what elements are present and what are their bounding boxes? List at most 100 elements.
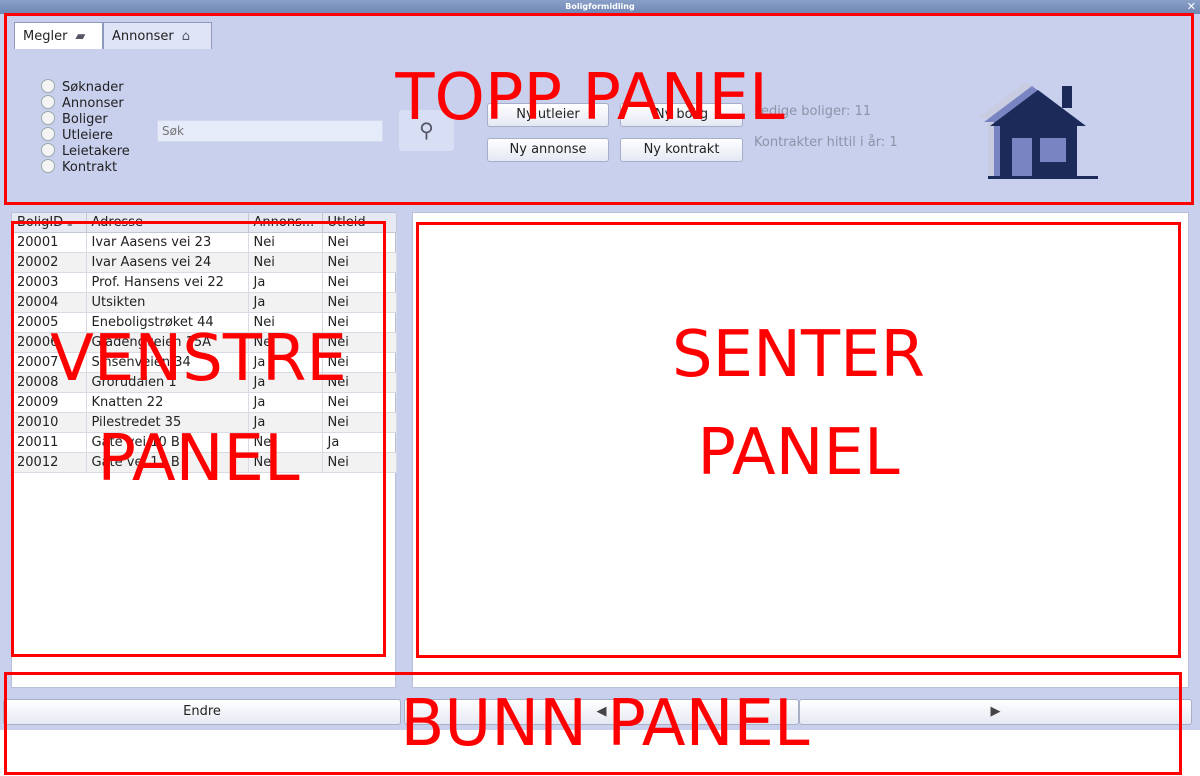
table-row[interactable]: 20004 Utsikten Ja Nei [12,292,397,313]
radio-circle[interactable] [41,143,55,157]
radio-kontrakt[interactable]: Kontrakt [41,159,117,175]
cell-adresse: Eneboligstrøket 44 [86,312,249,333]
radio-circle[interactable] [41,111,55,125]
cell-boligid: 20007 [12,352,87,373]
table-row[interactable]: 20011 Gate vei 10 B Nei Ja [12,432,397,453]
table-row[interactable]: 20001 Ivar Aasens vei 23 Nei Nei [12,232,397,253]
table-row[interactable]: 20006 Gladengveien 15A Nei Nei [12,332,397,353]
cell-utleid: Nei [322,412,397,433]
column-header-utleid[interactable]: Utleid [322,213,397,233]
ny-kontrakt-button[interactable]: Ny kontrakt [620,138,743,162]
cell-boligid: 20009 [12,392,87,413]
cell-boligid: 20002 [12,252,87,273]
radio-label: Søknader [62,80,124,95]
cell-adresse: Gate vei 10 B [86,432,249,453]
boliger-table: BoligID ▴ Adresse Annons... Utleid 20001… [12,213,397,473]
cell-adresse: Prof. Hansens vei 22 [86,272,249,293]
cell-annonsert: Ja [248,292,323,313]
cell-annonsert: Nei [248,232,323,253]
table-row[interactable]: 20010 Pilestredet 35 Ja Nei [12,412,397,433]
cell-annonsert: Ja [248,372,323,393]
ledige-boliger-stat: Ledige boliger: 11 [754,104,872,119]
cell-annonsert: Ja [248,412,323,433]
house-icon: ⌂ [181,29,190,44]
house-logo-icon [978,82,1098,179]
radio-boliger[interactable]: Boliger [41,111,108,127]
arrow-right-icon: ▶ [990,704,1001,719]
window-title: Boligformidling [565,2,635,11]
cell-boligid: 20008 [12,372,87,393]
ny-utleier-button[interactable]: Ny utleier [487,103,609,127]
tab-annonser[interactable]: Annonser ⌂ [103,22,212,49]
cell-annonsert: Nei [248,452,323,473]
cell-adresse: Utsikten [86,292,249,313]
table-row[interactable]: 20005 Eneboligstrøket 44 Nei Nei [12,312,397,333]
cell-annonsert: Nei [248,252,323,273]
cell-utleid: Nei [322,312,397,333]
cell-adresse: Knatten 22 [86,392,249,413]
table-row[interactable]: 20002 Ivar Aasens vei 24 Nei Nei [12,252,397,273]
radio-utleiere[interactable]: Utleiere [41,127,113,143]
cell-adresse: Pilestredet 35 [86,412,249,433]
tab-megler-label: Megler [23,29,68,44]
cell-boligid: 20006 [12,332,87,353]
cell-boligid: 20010 [12,412,87,433]
radio-soknader[interactable]: Søknader [41,79,124,95]
cell-utleid: Nei [322,452,397,473]
kontrakter-stat: Kontrakter hittil i år: 1 [754,135,898,150]
cell-utleid: Nei [322,252,397,273]
folder-icon: ▰ [75,29,86,44]
left-panel: BoligID ▴ Adresse Annons... Utleid 20001… [11,212,397,688]
cell-utleid: Nei [322,372,397,393]
radio-circle[interactable] [41,79,55,93]
radio-label: Leietakere [62,144,130,159]
center-panel [412,212,1189,688]
endre-button[interactable]: Endre [3,699,401,725]
cell-annonsert: Nei [248,312,323,333]
cell-annonsert: Nei [248,432,323,453]
radio-label: Boliger [62,112,108,127]
radio-annonser[interactable]: Annonser [41,95,124,111]
tab-annonser-label: Annonser [112,29,174,44]
cell-utleid: Nei [322,232,397,253]
ny-annonse-button[interactable]: Ny annonse [487,138,609,162]
table-row[interactable]: 20008 Grorudalen 1 Ja Nei [12,372,397,393]
arrow-left-icon: ◀ [596,704,607,719]
column-header-boligid[interactable]: BoligID ▴ [12,213,87,233]
cell-adresse: Ivar Aasens vei 24 [86,252,249,273]
radio-circle[interactable] [41,95,55,109]
radio-circle[interactable] [41,159,55,173]
sort-ascending-icon: ▴ [67,218,73,229]
next-button[interactable]: ▶ [799,699,1192,725]
previous-button[interactable]: ◀ [404,699,799,725]
close-icon[interactable]: ✕ [1187,0,1196,14]
cell-adresse: Grorudalen 1 [86,372,249,393]
cell-annonsert: Nei [248,332,323,353]
table-row[interactable]: 20007 Sinsenveien 34 Ja Nei [12,352,397,373]
cell-utleid: Ja [322,432,397,453]
column-header-adresse[interactable]: Adresse [86,213,249,233]
cell-adresse: Gladengveien 15A [86,332,249,353]
cell-boligid: 20012 [12,452,87,473]
column-header-label: BoligID [17,215,64,230]
radio-leietakere[interactable]: Leietakere [41,143,130,159]
search-input[interactable] [157,120,383,142]
table-row[interactable]: 20003 Prof. Hansens vei 22 Ja Nei [12,272,397,293]
radio-label: Kontrakt [62,160,118,175]
tab-megler[interactable]: Megler ▰ [14,22,103,49]
cell-utleid: Nei [322,272,397,293]
cell-adresse: Ivar Aasens vei 23 [86,232,249,253]
cell-annonsert: Ja [248,352,323,373]
table-row[interactable]: 20012 Gate vei 11 B Nei Nei [12,452,397,473]
cell-boligid: 20005 [12,312,87,333]
cell-utleid: Nei [322,292,397,313]
cell-adresse: Gate vei 11 B [86,452,249,473]
cell-adresse: Sinsenveien 34 [86,352,249,373]
column-header-annonsert[interactable]: Annons... [248,213,323,233]
cell-utleid: Nei [322,392,397,413]
radio-circle[interactable] [41,127,55,141]
ny-bolig-button[interactable]: Ny bolig [620,103,743,127]
table-row[interactable]: 20009 Knatten 22 Ja Nei [12,392,397,413]
cell-utleid: Nei [322,332,397,353]
search-button[interactable]: ⚲ [399,110,454,151]
